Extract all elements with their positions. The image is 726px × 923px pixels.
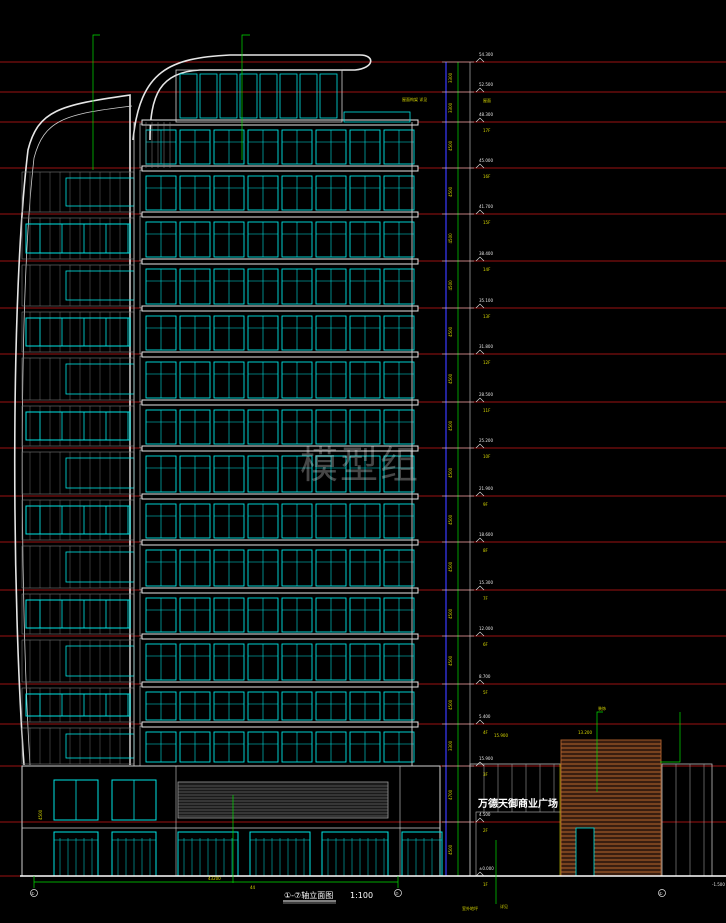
level-floor-name: 15F	[483, 220, 491, 225]
roof-note: 屋面构架 详见	[402, 96, 427, 102]
dim-value: 4500	[448, 186, 453, 197]
level-elevation: 45.000	[479, 158, 493, 163]
level-floor-name: 14F	[483, 267, 491, 272]
level-elevation: 54.300	[479, 52, 493, 57]
dim-value: 3300	[448, 72, 453, 83]
level-elevation: 31.800	[479, 344, 493, 349]
level-floor-name: 17F	[483, 128, 491, 133]
level-elevation: 15.900	[479, 756, 493, 761]
floor-slab	[141, 539, 419, 546]
level-floor-name: 11F	[483, 408, 491, 413]
grade-elev: -1.500	[712, 882, 725, 887]
bottom-note-1: 室外地坪	[462, 905, 478, 911]
floor-slab	[141, 633, 419, 640]
dim-value: 4500	[448, 233, 453, 244]
dim-value: 4500	[448, 844, 453, 855]
floor-slab	[141, 587, 419, 594]
left-dim-label: 4500	[38, 809, 43, 820]
right-elev: 13.200	[578, 730, 592, 735]
floor-slab	[141, 305, 419, 312]
level-elevation: 5.400	[479, 714, 491, 719]
level-floor-name: 8F	[483, 548, 489, 553]
axis-left-label: ①	[31, 891, 35, 896]
level-floor-name: 7F	[483, 596, 489, 601]
level-floor-name: 13F	[483, 314, 491, 319]
floor-slab	[141, 211, 419, 218]
floor-slab	[141, 119, 419, 126]
level-elevation: 52.500	[479, 82, 493, 87]
axis-mid-label: ⑦	[395, 891, 399, 896]
floor-slab	[141, 721, 419, 728]
dim-value: 4500	[448, 140, 453, 151]
level-floor-name: 1F	[483, 882, 489, 887]
canopy-elev: 15.900	[494, 733, 508, 738]
level-elevation: 41.700	[479, 204, 493, 209]
level-floor-name: 4F	[483, 730, 489, 735]
watermark: 模型组	[300, 443, 420, 487]
dim-value: 3300	[448, 102, 453, 113]
level-elevation: 35.100	[479, 298, 493, 303]
level-elevation: 21.900	[479, 486, 493, 491]
floor-slab	[141, 399, 419, 406]
building-sign: 万德天御商业广场	[477, 797, 558, 810]
floor-slab	[141, 681, 419, 688]
axis-right-label: ①	[659, 891, 663, 896]
overall-width-dim: 43200	[208, 876, 221, 881]
level-floor-name: 屋面	[483, 97, 491, 103]
floor-slab	[141, 258, 419, 265]
level-elevation: 18.600	[479, 532, 493, 537]
dim-value: 4700	[448, 789, 453, 800]
level-floor-name: 6F	[483, 642, 489, 647]
dim-value: 4500	[448, 373, 453, 384]
dim-value: 4500	[448, 326, 453, 337]
floor-slab	[141, 351, 419, 358]
floor-slab	[141, 493, 419, 500]
elevation-drawing: 3300 3300 4500 4500 4500 4500 4500 4500 4500 4500…	[0, 0, 726, 923]
dim-value: 4500	[448, 561, 453, 572]
level-elevation: 25.200	[479, 438, 493, 443]
right-block-note: 装饰	[598, 705, 606, 711]
level-elevation: 38.400	[479, 251, 493, 256]
level-elevation: 8.700	[479, 674, 491, 679]
level-elevation: 48.300	[479, 112, 493, 117]
level-elevation: ±0.000	[479, 866, 494, 871]
level-elevation: 12.000	[479, 626, 493, 631]
bottom-note-2: 详见	[500, 903, 508, 909]
dim-value: 4500	[448, 699, 453, 710]
dim-value: 4500	[448, 420, 453, 431]
level-floor-name: 5F	[483, 690, 489, 695]
level-elevation: 15.300	[479, 580, 493, 585]
title-text: ①-⑦轴立面图	[284, 890, 333, 900]
level-floor-name: 12F	[483, 360, 491, 365]
dim-value: 4500	[448, 514, 453, 525]
floor-slab	[141, 165, 419, 172]
level-floor-name: 2F	[483, 828, 489, 833]
dim-value: 4500	[448, 467, 453, 478]
dim-value: 4500	[448, 608, 453, 619]
level-elevation: 28.500	[479, 392, 493, 397]
dim-value: 4500	[448, 655, 453, 666]
dim-value: 3300	[448, 740, 453, 751]
level-floor-name: 16F	[483, 174, 491, 179]
dim-value: 4500	[448, 280, 453, 291]
level-floor-name: 9F	[483, 502, 489, 507]
mid-dim: 44	[250, 885, 256, 890]
level-floor-name: 10F	[483, 454, 491, 459]
level-floor-name: 3F	[483, 772, 489, 777]
level-elevation: 4.500	[479, 812, 491, 817]
scale-text: 1:100	[350, 891, 373, 900]
podium-louver	[177, 781, 389, 819]
